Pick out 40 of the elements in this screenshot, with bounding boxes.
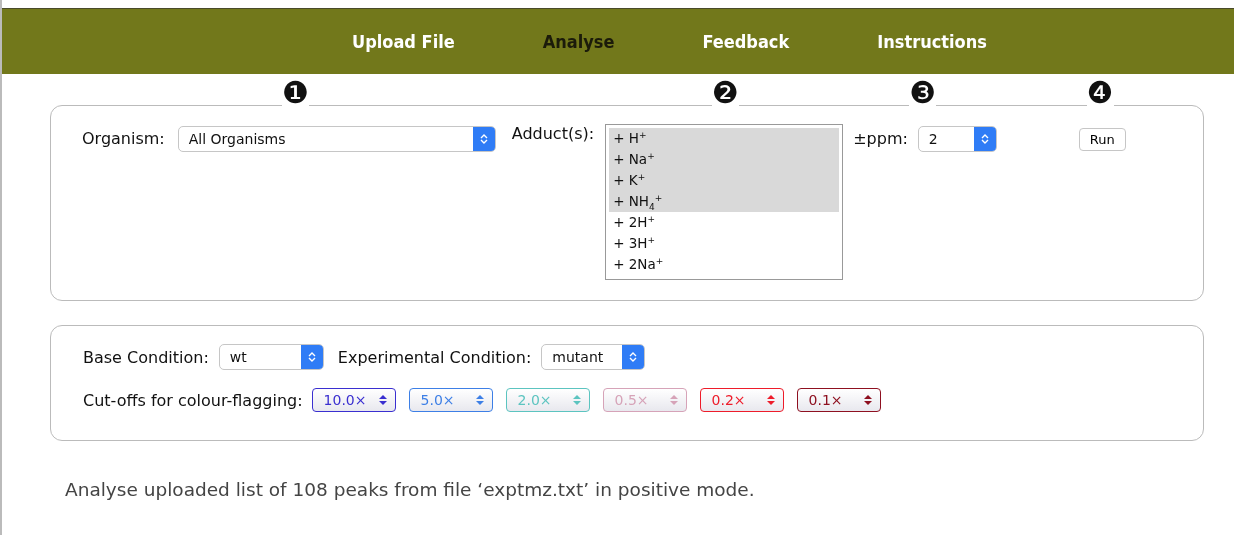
- ppm-label: ±ppm:: [853, 129, 908, 148]
- adduct-option[interactable]: + 2H$^{+}$: [609, 212, 840, 233]
- adduct-option[interactable]: + 2Na$^{+}$: [609, 254, 840, 275]
- organism-select[interactable]: All Organisms: [177, 126, 496, 152]
- step-number: ❶: [282, 78, 309, 108]
- base-condition-label: Base Condition:: [83, 347, 209, 367]
- ppm-select[interactable]: 2: [917, 126, 997, 152]
- nav-link[interactable]: Upload File: [352, 31, 455, 52]
- cutoffs-label: Cut-offs for colour-flagging:: [83, 390, 303, 410]
- cutoff-select[interactable]: 10.0×: [311, 388, 396, 412]
- chevron-icon: [980, 133, 989, 145]
- chevron-icon: [307, 351, 316, 363]
- adduct-option[interactable]: + 3H$^{+}$: [609, 233, 840, 254]
- cutoff-select[interactable]: 0.1×: [796, 388, 881, 412]
- nav-link[interactable]: Feedback: [702, 31, 790, 52]
- experimental-condition-label: Experimental Condition:: [337, 347, 532, 367]
- nav-link[interactable]: Analyse: [542, 31, 615, 52]
- updown-icon: [475, 394, 484, 406]
- updown-icon: [572, 394, 581, 406]
- step-number: ❹: [1086, 78, 1114, 108]
- step-number: ❷: [711, 78, 739, 108]
- adduct-option[interactable]: + K$^{+}$: [609, 170, 840, 191]
- nav-link[interactable]: Instructions: [877, 31, 987, 52]
- chevron-icon: [479, 133, 488, 145]
- chevron-icon: [629, 351, 638, 363]
- updown-icon: [378, 394, 387, 406]
- adduct-label: Adduct(s):: [511, 124, 595, 143]
- experimental-condition-select[interactable]: mutant: [541, 344, 646, 370]
- run-button[interactable]: Run: [1078, 128, 1126, 151]
- adduct-option[interactable]: + H$^{+}$: [609, 128, 840, 149]
- step-number: ❸: [909, 78, 937, 108]
- updown-icon: [669, 394, 678, 406]
- cutoff-select[interactable]: 0.2×: [699, 388, 784, 412]
- adduct-option[interactable]: + Na$^{+}$: [609, 149, 840, 170]
- status-text: Analyse uploaded list of 108 peaks from file ‘exptmz.txt’ in positive mode.: [65, 479, 756, 500]
- cutoff-select[interactable]: 5.0×: [408, 388, 493, 412]
- updown-icon: [863, 394, 872, 406]
- base-condition-select[interactable]: wt: [218, 344, 324, 370]
- organism-label: Organism:: [82, 129, 165, 148]
- updown-icon: [766, 394, 775, 406]
